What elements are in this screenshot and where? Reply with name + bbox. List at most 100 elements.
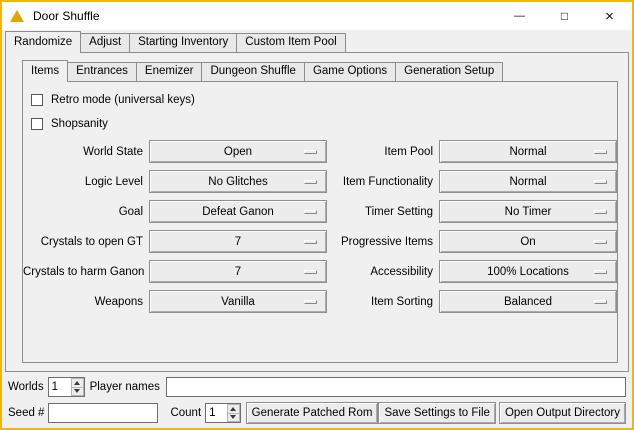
item-functionality-value: Normal [509,176,546,188]
accessibility-value: 100% Locations [487,266,569,278]
item-sorting-label: Item Sorting [333,296,433,308]
tab-adjust[interactable]: Adjust [80,33,130,52]
worlds-value: 1 [49,378,71,396]
seed-input[interactable] [48,403,158,423]
save-settings-button[interactable]: Save Settings to File [378,402,495,424]
app-icon [10,10,24,22]
worlds-row: Worlds 1 Player names [2,377,632,397]
goal-dropdown[interactable]: Defeat Ganon [149,200,327,223]
logic-level-label: Logic Level [23,176,143,188]
arrow-down-icon [74,389,80,393]
seed-label: Seed # [8,407,44,419]
count-spinner-arrows [227,404,240,422]
player-names-input[interactable] [166,377,626,397]
dropdown-indicator-icon [304,270,317,274]
tab-game-options[interactable]: Game Options [304,62,396,81]
item-pool-dropdown[interactable]: Normal [439,140,617,163]
close-button[interactable]: × [587,2,632,30]
timer-setting-label: Timer Setting [333,206,433,218]
weapons-dropdown[interactable]: Vanilla [149,290,327,313]
dropdown-indicator-icon [304,300,317,304]
weapons-value: Vanilla [221,296,255,308]
bottom-bar: Worlds 1 Player names Seed # Count 1 [2,372,632,428]
items-tab-page: Retro mode (universal keys) Shopsanity W… [22,81,618,363]
worlds-label: Worlds [8,381,44,393]
retro-mode-checkbox[interactable]: Retro mode (universal keys) [31,92,617,108]
count-value: 1 [206,404,226,422]
minimize-button[interactable]: — [497,2,542,30]
generate-patched-rom-button[interactable]: Generate Patched Rom [246,402,379,424]
goal-label: Goal [23,206,143,218]
progressive-items-dropdown[interactable]: On [439,230,617,253]
timer-setting-dropdown[interactable]: No Timer [439,200,617,223]
item-pool-label: Item Pool [333,146,433,158]
crystals-to-harm-ganon-dropdown[interactable]: 7 [149,260,327,283]
progressive-items-value: On [520,236,535,248]
spinner-up-button[interactable] [227,404,240,414]
client-area: Randomize Adjust Starting Inventory Cust… [2,30,632,428]
crystals-to-open-gt-dropdown[interactable]: 7 [149,230,327,253]
tab-randomize[interactable]: Randomize [5,31,81,53]
world-state-label: World State [23,146,143,158]
tab-entrances[interactable]: Entrances [67,62,137,81]
dropdown-indicator-icon [304,240,317,244]
logic-level-dropdown[interactable]: No Glitches [149,170,327,193]
item-functionality-label: Item Functionality [333,176,433,188]
progressive-items-label: Progressive Items [333,236,433,248]
window-title: Door Shuffle [33,9,497,23]
goal-value: Defeat Ganon [202,206,274,218]
world-state-value: Open [224,146,252,158]
dropdown-indicator-icon [304,210,317,214]
app-window: Door Shuffle — □ × Randomize Adjust Star… [0,0,634,430]
item-pool-value: Normal [509,146,546,158]
retro-mode-label: Retro mode (universal keys) [51,94,195,106]
dropdown-indicator-icon [594,180,607,184]
open-output-directory-button[interactable]: Open Output Directory [499,402,626,424]
accessibility-dropdown[interactable]: 100% Locations [439,260,617,283]
crystals-to-open-gt-value: 7 [235,236,241,248]
dropdown-indicator-icon [594,240,607,244]
logic-level-value: No Glitches [208,176,267,188]
maximize-button[interactable]: □ [542,2,587,30]
arrow-up-icon [230,407,236,411]
dropdown-indicator-icon [304,180,317,184]
tab-enemizer[interactable]: Enemizer [136,62,203,81]
worlds-spinner-arrows [71,378,84,396]
spinner-up-button[interactable] [71,378,84,388]
main-tab-bar: Randomize Adjust Starting Inventory Cust… [2,30,632,52]
count-spinner[interactable]: 1 [205,403,240,423]
count-label: Count [170,407,201,419]
worlds-spinner[interactable]: 1 [48,377,85,397]
titlebar[interactable]: Door Shuffle — □ × [2,2,632,30]
world-state-dropdown[interactable]: Open [149,140,327,163]
minimize-icon: — [514,10,525,22]
options-grid: World State Open Item Pool Normal Logic … [23,140,617,313]
shopsanity-checkbox[interactable]: Shopsanity [31,116,617,132]
shopsanity-label: Shopsanity [51,118,108,130]
crystals-to-harm-ganon-value: 7 [235,266,241,278]
spinner-down-button[interactable] [71,388,84,397]
tab-custom-item-pool[interactable]: Custom Item Pool [236,33,345,52]
crystals-to-harm-ganon-label: Crystals to harm Ganon [23,266,143,278]
randomize-sub-tab-bar: Items Entrances Enemizer Dungeon Shuffle… [6,59,628,81]
tab-items[interactable]: Items [22,60,68,82]
item-sorting-dropdown[interactable]: Balanced [439,290,617,313]
tab-dungeon-shuffle[interactable]: Dungeon Shuffle [201,62,304,81]
seed-row: Seed # Count 1 Generate Patched Rom Save… [2,402,632,424]
timer-setting-value: No Timer [505,206,552,218]
checkbox-unchecked-icon [31,94,43,106]
crystals-to-open-gt-label: Crystals to open GT [23,236,143,248]
dropdown-indicator-icon [594,210,607,214]
tab-generation-setup[interactable]: Generation Setup [395,62,503,81]
randomize-tab-page: Items Entrances Enemizer Dungeon Shuffle… [5,52,629,372]
spinner-down-button[interactable] [227,414,240,423]
close-icon: × [605,9,614,24]
dropdown-indicator-icon [594,150,607,154]
tab-starting-inventory[interactable]: Starting Inventory [129,33,237,52]
dropdown-indicator-icon [594,300,607,304]
checkbox-unchecked-icon [31,118,43,130]
accessibility-label: Accessibility [333,266,433,278]
arrow-up-icon [74,381,80,385]
weapons-label: Weapons [23,296,143,308]
item-functionality-dropdown[interactable]: Normal [439,170,617,193]
